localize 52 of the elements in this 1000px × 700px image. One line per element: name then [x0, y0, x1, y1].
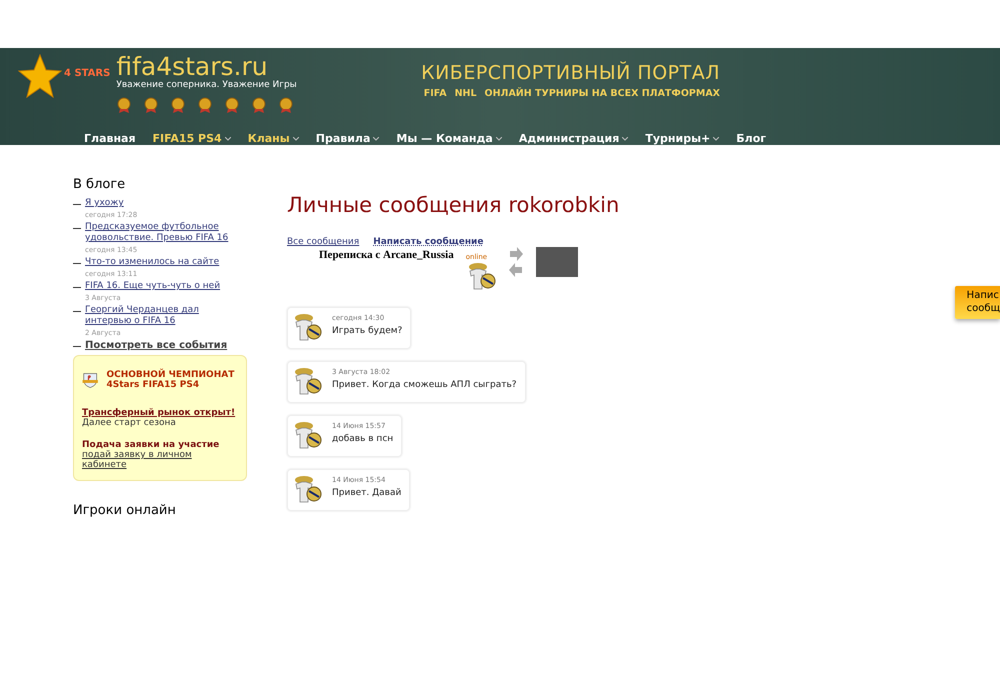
- medal-icon: [197, 96, 214, 114]
- portal-subtitle: ОНЛАЙН ТУРНИРЫ НА ВСЕХ ПЛАТФОРМАХ: [484, 88, 720, 99]
- medal-icon: [116, 96, 132, 114]
- message-text: добавь в псн: [332, 434, 394, 444]
- dash-icon: [73, 311, 81, 312]
- apply-link[interactable]: подай заявку в личном кабинете: [82, 450, 238, 470]
- medal-icon: [143, 96, 160, 114]
- promo-heading: Подача заявки на участие: [82, 440, 220, 450]
- nav-link[interactable]: Турниры+: [645, 132, 720, 145]
- dash-icon: [73, 204, 81, 205]
- write-message-tab[interactable]: Напис сообщ: [954, 286, 1000, 319]
- portal-title: КИБЕРСПОРТИВНЫЙ ПОРТАЛ: [421, 62, 720, 84]
- medal-icon: [170, 96, 186, 114]
- medal-icon: [224, 96, 240, 114]
- conversation-title: Переписка с Arcane_Russia: [319, 249, 454, 261]
- dash-icon: [73, 228, 81, 229]
- all-events-link[interactable]: Посмотреть все события: [85, 340, 228, 351]
- blog-link[interactable]: Что-то изменилось на сайте: [85, 257, 220, 268]
- blog-link[interactable]: FIFA 16. Еще чуть-чуть о ней: [85, 281, 220, 292]
- blog-heading: В блоге: [73, 177, 126, 192]
- message-text: Играть будем?: [332, 326, 402, 336]
- page-title: Личные сообщения rokorobkin: [287, 193, 620, 217]
- portal-tag: NHL: [454, 88, 477, 99]
- nav-link[interactable]: Мы — Команда: [396, 132, 502, 145]
- nav-link[interactable]: Администрация: [518, 132, 628, 145]
- online-heading: Игроки онлайн: [73, 503, 177, 518]
- dash-icon: [73, 346, 81, 347]
- avatar-image: [536, 247, 578, 277]
- promo-text: Далее старт сезона: [82, 418, 177, 428]
- transfer-link[interactable]: Трансферный рынок открыт!: [82, 408, 236, 418]
- portal-tag: FIFA: [424, 88, 447, 99]
- star-logo-icon[interactable]: [18, 54, 62, 98]
- dash-icon: [73, 287, 81, 288]
- message-text: Привет. Когда сможешь АПЛ сыграть?: [332, 380, 517, 390]
- site-name[interactable]: fifa4stars.ru: [116, 54, 297, 80]
- blog-link[interactable]: Предсказуемое футбольное удовольствие. Превью FIFA 16: [85, 222, 247, 244]
- message-text: Привет. Давай: [332, 488, 402, 498]
- messages-tab[interactable]: Написать сообщение: [373, 237, 484, 247]
- blog-link[interactable]: Я ухожу: [85, 198, 138, 209]
- promo-title: ОСНОВНОЙ ЧЕМПИОНАТ 4Stars FIFA15 PS4: [106, 370, 236, 390]
- nav-link[interactable]: Блог: [736, 132, 766, 145]
- slogan: Уважение соперника. Уважение Игры: [116, 80, 297, 90]
- messages-tab[interactable]: Все сообщения: [287, 237, 360, 247]
- nav-link[interactable]: FIFA15 PS4: [152, 132, 231, 145]
- blog-link[interactable]: Георгий Черданцев дал интервью о FIFA 16: [85, 305, 247, 327]
- medal-icon: [278, 96, 294, 114]
- nav-link[interactable]: Правила: [316, 132, 380, 145]
- nav-link[interactable]: Главная: [84, 132, 136, 145]
- swap-arrows-icon: [508, 247, 524, 277]
- medal-icon: [251, 96, 268, 114]
- nav-link[interactable]: Кланы: [248, 132, 299, 145]
- dash-icon: [73, 263, 81, 264]
